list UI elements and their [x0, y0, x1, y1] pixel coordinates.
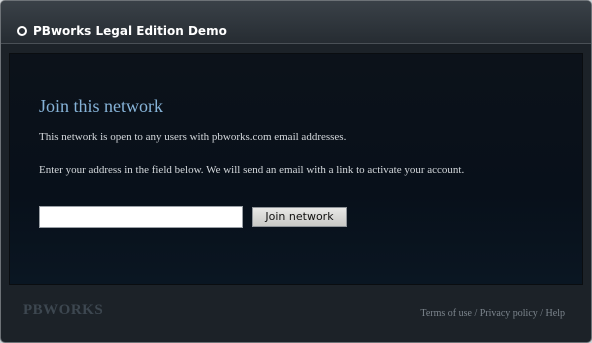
- pbworks-logo: PBWORKS: [23, 302, 104, 318]
- join-network-button[interactable]: Join network: [252, 207, 347, 227]
- title-bar: PBworks Legal Edition Demo: [1, 1, 591, 44]
- page-heading: Join this network: [39, 96, 163, 116]
- privacy-policy-link[interactable]: Privacy policy: [480, 308, 538, 319]
- footer-links: Terms of use / Privacy policy / Help: [420, 308, 565, 320]
- radio-bullet-icon: [17, 26, 27, 36]
- footer-separator: /: [474, 308, 478, 319]
- terms-of-use-link[interactable]: Terms of use: [420, 308, 472, 319]
- email-input[interactable]: [39, 206, 243, 228]
- help-link[interactable]: Help: [546, 308, 565, 319]
- footer-separator: /: [540, 308, 544, 319]
- instructions-text: Enter your address in the field below. W…: [39, 164, 465, 176]
- window-title: PBworks Legal Edition Demo: [33, 24, 227, 38]
- info-text: This network is open to any users with p…: [39, 131, 347, 143]
